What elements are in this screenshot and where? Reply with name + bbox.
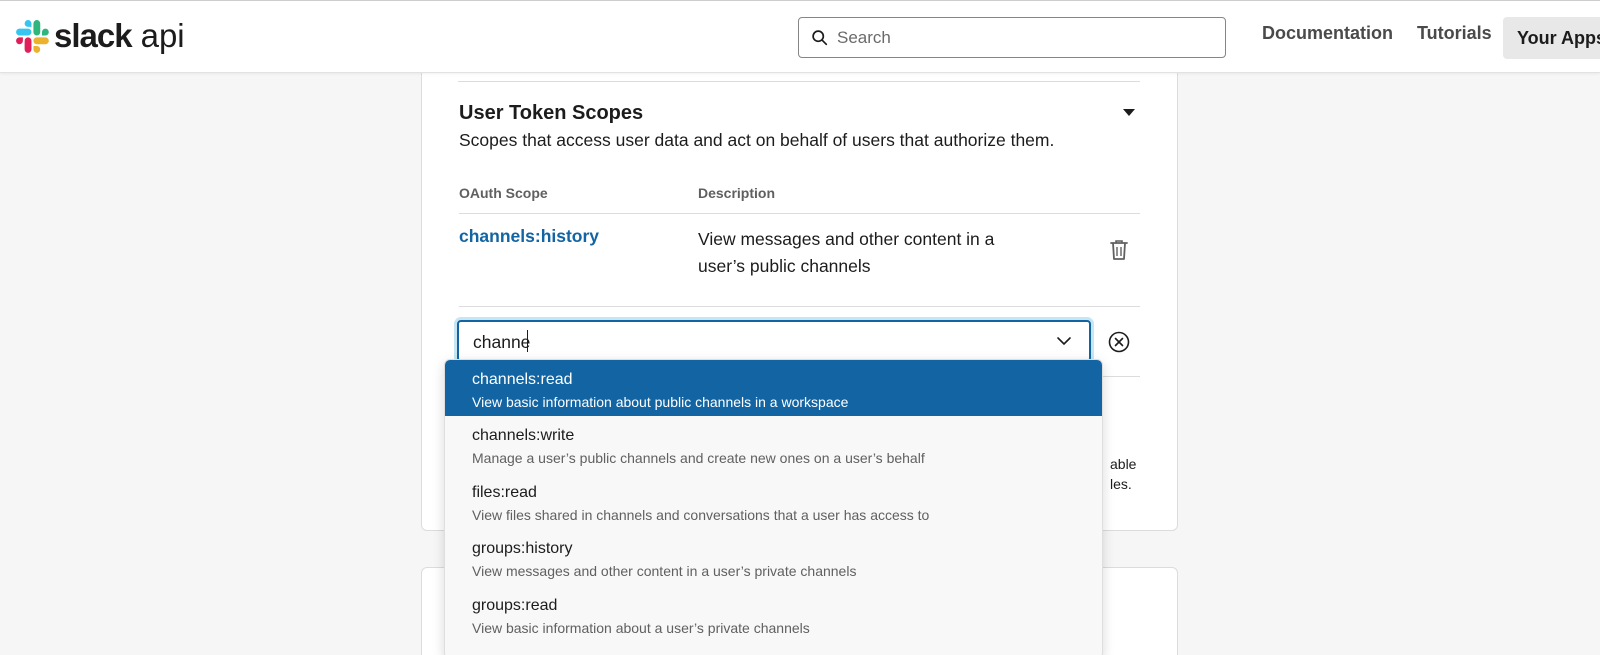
column-header-oauth-scope: OAuth Scope <box>459 185 548 201</box>
trash-icon <box>1110 240 1128 260</box>
table-divider <box>459 213 1140 214</box>
option-description: View files shared in channels and conver… <box>472 507 930 523</box>
text-cursor <box>527 330 528 352</box>
obscured-text: able <box>1110 456 1137 472</box>
slack-api-logo[interactable]: slack api <box>16 17 185 55</box>
top-bar: slack api Search Documentation Tutorials… <box>0 0 1600 73</box>
delete-scope-button[interactable] <box>1109 239 1129 266</box>
search-placeholder: Search <box>837 27 891 47</box>
option-description: View basic information about public chan… <box>472 394 849 410</box>
option-name: files:read <box>472 484 537 501</box>
scope-search-select[interactable]: channe <box>457 320 1091 362</box>
column-header-description: Description <box>698 185 776 201</box>
scope-description: View messages and other content in a use… <box>698 229 995 276</box>
option-name: groups:history <box>472 540 573 557</box>
cancel-add-scope-button[interactable] <box>1108 331 1130 358</box>
slack-logo-icon <box>16 19 49 53</box>
section-title: User Token Scopes <box>459 102 644 124</box>
nav-documentation[interactable]: Documentation <box>1262 23 1393 44</box>
option-name: channels:write <box>472 427 575 444</box>
search-input[interactable]: Search <box>798 17 1226 58</box>
collapse-caret-icon[interactable] <box>1123 109 1135 116</box>
scope-name-link[interactable]: channels:history <box>459 226 599 247</box>
table-divider <box>459 306 1140 307</box>
search-icon <box>812 30 828 46</box>
dropdown-option[interactable]: groups:read View basic information about… <box>445 586 1102 642</box>
option-name: channels:read <box>472 371 573 388</box>
option-description: Manage a user’s public channels and crea… <box>472 450 925 466</box>
section-divider <box>458 81 1140 82</box>
obscured-text: les. <box>1110 476 1132 492</box>
option-description: View messages and other content in a use… <box>472 563 857 579</box>
chevron-down-icon[interactable] <box>1056 335 1072 347</box>
dropdown-option[interactable]: groups:history View messages and other c… <box>445 529 1102 585</box>
scope-select-value: channe <box>473 332 531 352</box>
dropdown-option[interactable]: files:read View files shared in channels… <box>445 473 1102 529</box>
dropdown-option[interactable]: channels:read View basic information abo… <box>445 360 1102 416</box>
scope-dropdown-menu: channels:read View basic information abo… <box>444 359 1103 655</box>
nav-tutorials[interactable]: Tutorials <box>1417 23 1492 44</box>
section-description: Scopes that access user data and act on … <box>459 130 1055 150</box>
logo-brand-text: slack <box>54 17 133 54</box>
option-description: View basic information about a user’s pr… <box>472 620 810 636</box>
dropdown-option[interactable]: channels:write Manage a user’s public ch… <box>445 416 1102 472</box>
logo-product-text: api <box>140 17 185 54</box>
option-name: groups:read <box>472 597 558 614</box>
nav-your-apps[interactable]: Your Apps <box>1503 17 1600 59</box>
close-circle-icon <box>1108 331 1130 353</box>
